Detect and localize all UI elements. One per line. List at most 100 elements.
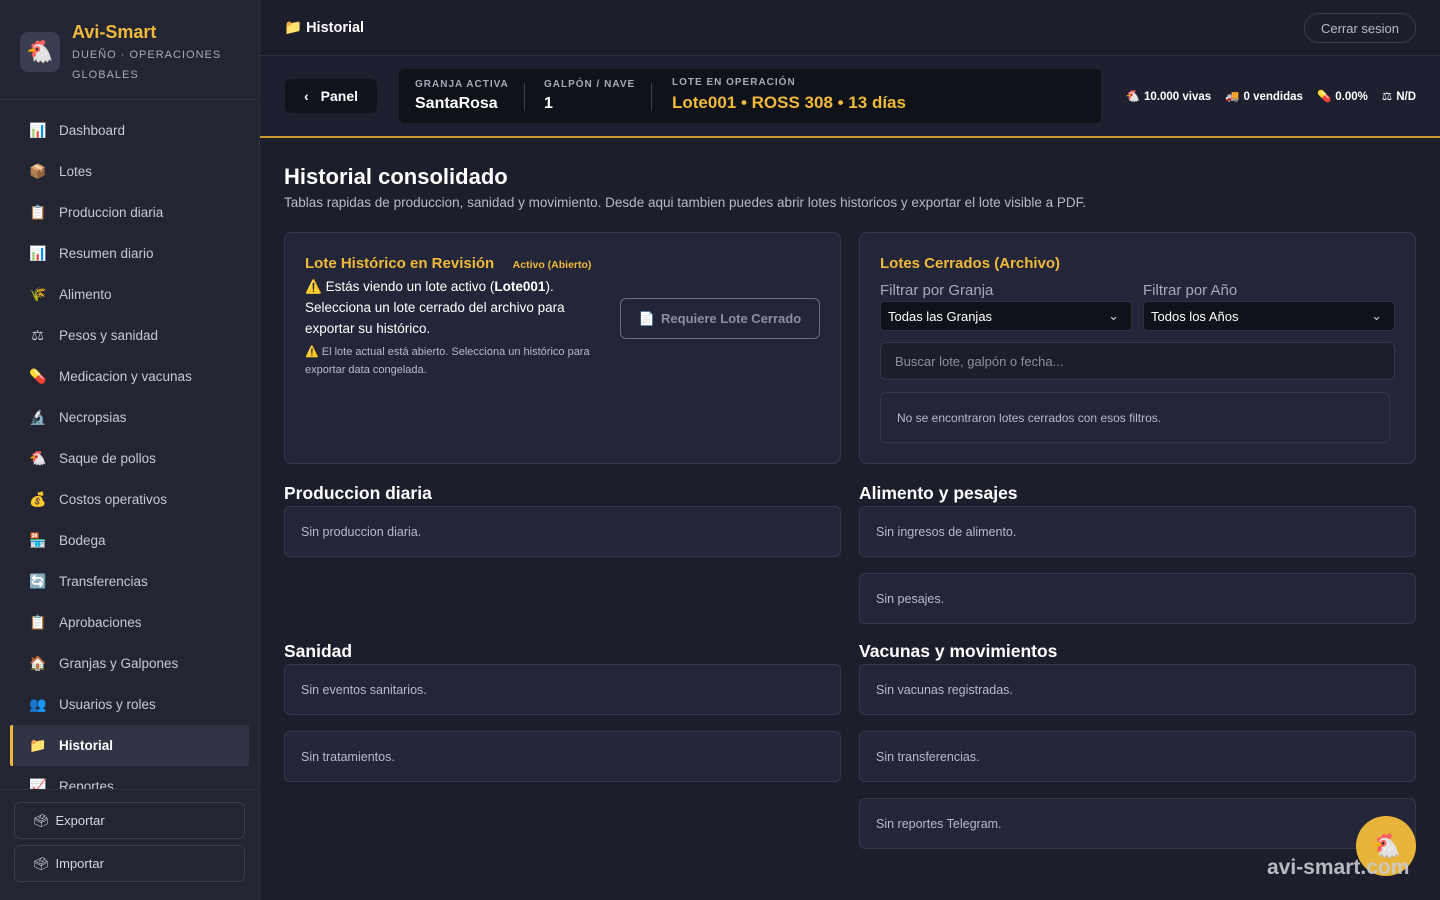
sidebar-item-reportes[interactable]: 📈 Reportes [10, 766, 249, 790]
sidebar: 🐔 Avi-Smart DUEÑO · OPERACIONES GLOBALES… [0, 0, 260, 900]
warning-icon: ⚠️ [305, 346, 319, 358]
costos-operativos-icon: 💰 [29, 491, 47, 507]
archive-empty-message: No se encontraron lotes cerrados con eso… [880, 392, 1390, 443]
stat-icon: ⚖ [1381, 91, 1393, 103]
active-farm-label: GRANJA ACTIVA [415, 79, 509, 90]
active-farm: GRANJA ACTIVA SantaRosa [415, 79, 509, 113]
active-batch-label: LOTE EN OPERACIÓN [672, 77, 796, 88]
section-title-sanidad: Sanidad [284, 641, 353, 661]
medicacion-vacunas-icon: 💊 [29, 368, 47, 384]
batch-stats: 🐔 10.000 vivas 🚚 0 vendidas 💊 0.00% ⚖ N/D [1126, 89, 1416, 103]
divider [651, 83, 652, 111]
sidebar-item-pesos-sanidad[interactable]: ⚖ Pesos y sanidad [10, 315, 249, 356]
sidebar-item-saque-pollos[interactable]: 🐔 Saque de pollos [10, 438, 249, 479]
requires-closed-batch-button[interactable]: 📄 Requiere Lote Cerrado [620, 298, 820, 339]
year-filter-select[interactable]: Todos los Años ⌄ [1143, 301, 1395, 331]
stat-icon: 🚚 [1225, 91, 1240, 103]
back-to-panel-button[interactable]: ‹ Panel [285, 79, 377, 113]
review-card-title: Lote Histórico en Revisión [305, 255, 495, 272]
sidebar-item-resumen-diario[interactable]: 📊 Resumen diario [10, 233, 249, 274]
aprobaciones-icon: 📋 [29, 614, 47, 630]
sidebar-item-dashboard[interactable]: 📊 Dashboard [10, 110, 249, 151]
sidebar-item-produccion-diaria[interactable]: 📋 Produccion diaria [10, 192, 249, 233]
export-icon: 🗳 [33, 812, 50, 828]
sidebar-item-label: Saque de pollos [59, 451, 156, 466]
farm-filter-label: Filtrar por Granja [880, 282, 994, 299]
stat-value: 0.00% [1335, 91, 1368, 103]
warning-icon: ⚠️ [305, 279, 322, 294]
empty-state-card: Sin produccion diaria. [284, 506, 841, 557]
sidebar-item-label: Dashboard [59, 123, 126, 138]
warning-text-pre: Estás viendo un lote activo ( [325, 279, 495, 294]
sidebar-item-historial[interactable]: 📁 Historial [10, 725, 249, 766]
active-batch: LOTE EN OPERACIÓN Lote001 • ROSS 308 • 1… [672, 77, 906, 113]
review-note: ⚠️ El lote actual está abierto. Seleccio… [305, 343, 595, 379]
saque-pollos-icon: 🐔 [29, 450, 47, 466]
sidebar-item-granjas-galpones[interactable]: 🏠 Granjas y Galpones [10, 643, 249, 684]
watermark: avi-smart.com [1267, 856, 1410, 879]
empty-state-card: Sin pesajes. [859, 573, 1416, 624]
export-button[interactable]: 🗳 Exportar [14, 802, 245, 839]
batch-stat: 🐔 10.000 vivas [1126, 89, 1211, 103]
farm-filter-value: Todas las Granjas [888, 308, 993, 324]
chevron-down-icon: ⌄ [1108, 308, 1119, 323]
active-shed-label: GALPÓN / NAVE [544, 79, 636, 90]
sidebar-item-necropsias[interactable]: 🔬 Necropsias [10, 397, 249, 438]
sidebar-item-label: Necropsias [59, 410, 127, 425]
chevron-down-icon: ⌄ [1371, 308, 1382, 323]
page-description: Tablas rapidas de produccion, sanidad y … [284, 195, 1087, 210]
requires-closed-batch-label: Requiere Lote Cerrado [661, 311, 802, 326]
sidebar-item-label: Transferencias [59, 574, 148, 589]
empty-state-card: Sin ingresos de alimento. [859, 506, 1416, 557]
farm-filter-select[interactable]: Todas las Granjas ⌄ [880, 301, 1132, 331]
document-icon: 📄 [638, 310, 656, 326]
stat-value: N/D [1396, 91, 1416, 103]
sidebar-item-label: Aprobaciones [59, 615, 142, 630]
page-title: Historial consolidado [284, 164, 508, 189]
sidebar-item-transferencias[interactable]: 🔄 Transferencias [10, 561, 249, 602]
stat-value: 10.000 vivas [1144, 91, 1212, 103]
sidebar-item-usuarios-roles[interactable]: 👥 Usuarios y roles [10, 684, 249, 725]
sidebar-item-label: Granjas y Galpones [59, 656, 179, 671]
sidebar-item-label: Historial [59, 738, 114, 753]
sidebar-item-label: Medicacion y vacunas [59, 369, 192, 384]
sidebar-item-lotes[interactable]: 📦 Lotes [10, 151, 249, 192]
status-badge: Activo (Abierto) [512, 259, 592, 271]
chevron-left-icon: ‹ [303, 88, 309, 104]
stat-value: 0 vendidas [1243, 91, 1303, 103]
sidebar-item-bodega[interactable]: 🏪 Bodega [10, 520, 249, 561]
section-title-alimento: Alimento y pesajes [859, 483, 1018, 503]
sidebar-item-costos-operativos[interactable]: 💰 Costos operativos [10, 479, 249, 520]
produccion-diaria-icon: 📋 [29, 204, 47, 220]
archive-card-title: Lotes Cerrados (Archivo) [880, 255, 1061, 272]
brand-subtitle: DUEÑO · OPERACIONES GLOBALES [72, 49, 222, 81]
necropsias-icon: 🔬 [29, 409, 47, 425]
active-shed: GALPÓN / NAVE 1 [544, 79, 635, 113]
review-note-text: El lote actual está abierto. Selecciona … [305, 346, 590, 376]
lotes-icon: 📦 [29, 163, 47, 179]
empty-state-card: Sin vacunas registradas. [859, 664, 1416, 715]
sidebar-item-alimento[interactable]: 🌾 Alimento [10, 274, 249, 315]
logout-button[interactable]: Cerrar sesion [1303, 13, 1416, 43]
year-filter-value: Todos los Años [1151, 308, 1239, 324]
sidebar-footer: 🗳 Exportar 🗳 Importar [0, 789, 259, 900]
import-label: Importar [55, 856, 104, 871]
sidebar-item-medicacion-vacunas[interactable]: 💊 Medicacion y vacunas [10, 356, 249, 397]
import-button[interactable]: 🗳 Importar [14, 845, 245, 882]
sidebar-item-aprobaciones[interactable]: 📋 Aprobaciones [10, 602, 249, 643]
sidebar-item-label: Resumen diario [59, 246, 154, 261]
sidebar-item-label: Produccion diaria [59, 205, 164, 220]
section-title-produccion: Produccion diaria [284, 483, 432, 503]
back-label: Panel [320, 88, 359, 104]
stat-icon: 🐔 [1125, 91, 1140, 103]
sidebar-item-label: Costos operativos [59, 492, 168, 507]
export-label: Exportar [55, 813, 105, 828]
sidebar-nav: 📊 Dashboard 📦 Lotes 📋 Produccion diaria 📊 Resum… [10, 110, 249, 790]
sidebar-item-label: Bodega [59, 533, 106, 548]
empty-state-card: Sin transferencias. [859, 731, 1416, 782]
pesos-sanidad-icon: ⚖ [31, 327, 44, 343]
sidebar-item-label: Lotes [59, 164, 93, 179]
batch-search-input[interactable]: Buscar lote, galpón o fecha... [880, 342, 1395, 380]
import-icon: 🗳 [33, 855, 50, 871]
dashboard-icon: 📊 [29, 122, 47, 138]
